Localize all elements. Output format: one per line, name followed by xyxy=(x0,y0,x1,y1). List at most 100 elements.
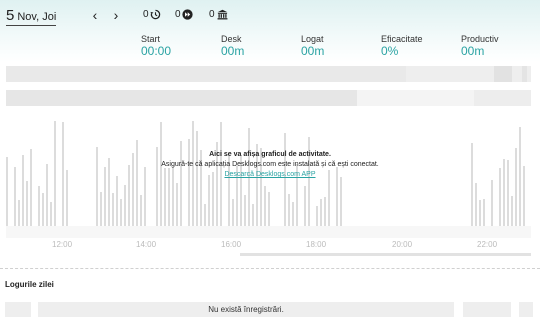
activity-bar xyxy=(62,122,64,226)
activity-bar xyxy=(324,197,326,226)
date-day: 5 xyxy=(6,7,15,24)
activity-bar xyxy=(132,153,134,226)
time-tick: 16:00 xyxy=(221,240,242,249)
history-counter[interactable]: 0 xyxy=(143,9,161,20)
activity-bar xyxy=(479,200,481,226)
header-bar xyxy=(0,0,540,62)
date-selector[interactable]: 5 Nov, Joi xyxy=(6,7,57,26)
bank-counter[interactable]: 0 xyxy=(209,9,229,20)
activity-bar xyxy=(18,200,20,226)
chart-empty-text: Asigură-te că aplicația Desklogs.com est… xyxy=(161,161,379,168)
activity-bar xyxy=(26,181,28,226)
activity-bar xyxy=(66,170,68,226)
time-tick: 18:00 xyxy=(306,240,327,249)
activity-bar xyxy=(515,148,517,226)
prev-day-button[interactable]: ‹ xyxy=(89,8,101,22)
stat-eficacitate: Eficacitate 0% xyxy=(381,34,423,57)
activity-bar xyxy=(96,147,98,226)
fast-forward-icon xyxy=(181,9,193,20)
next-day-button[interactable]: › xyxy=(110,8,122,22)
chart-baseline xyxy=(6,226,531,238)
time-tick: 14:00 xyxy=(136,240,157,249)
activity-bar xyxy=(499,168,501,226)
stat-desk: Desk 00m xyxy=(221,34,244,57)
timeline-band-top xyxy=(6,66,531,82)
activity-bar xyxy=(14,167,16,226)
activity-bar xyxy=(288,194,290,226)
timeline-band-segment xyxy=(474,90,531,106)
history-count: 0 xyxy=(143,9,149,20)
chart-scrollbar[interactable] xyxy=(240,253,531,256)
stat-eficacitate-label: Eficacitate xyxy=(381,34,423,44)
activity-bar xyxy=(268,192,270,226)
stat-start: Start 00:00 xyxy=(141,34,171,57)
time-tick: 22:00 xyxy=(477,240,498,249)
activity-bar xyxy=(252,204,254,226)
activity-bar xyxy=(340,177,342,226)
activity-bar xyxy=(204,204,206,226)
logs-placeholder-cell xyxy=(519,302,533,317)
bank-icon xyxy=(217,9,228,20)
activity-bar xyxy=(140,195,142,226)
activity-bar xyxy=(503,159,505,226)
activity-bar xyxy=(38,186,40,226)
activity-bar xyxy=(30,149,32,226)
activity-bar xyxy=(124,185,126,226)
download-app-link[interactable]: Descarcă Desklogs.com APP xyxy=(150,170,390,180)
activity-bar xyxy=(292,202,294,226)
logs-title: Logurile zilei xyxy=(5,280,54,289)
activity-bar xyxy=(316,206,318,226)
activity-bar xyxy=(128,165,130,226)
stat-desk-value: 00m xyxy=(221,44,245,58)
stat-start-label: Start xyxy=(141,34,161,44)
activity-bar xyxy=(264,186,266,226)
activity-bar xyxy=(50,202,52,226)
activity-bar xyxy=(507,160,509,226)
activity-bar xyxy=(6,157,8,226)
activity-bar xyxy=(491,180,493,226)
stat-start-value: 00:00 xyxy=(141,44,172,58)
stat-eficacitate-value: 0% xyxy=(381,44,399,58)
stat-productiv-value: 00m xyxy=(461,44,485,58)
history-icon xyxy=(149,9,160,20)
activity-bar xyxy=(176,183,178,226)
time-tick: 12:00 xyxy=(52,240,73,249)
activity-bar xyxy=(104,167,106,226)
stat-productiv: Productiv 00m xyxy=(461,34,499,57)
logs-placeholder-cell xyxy=(463,302,511,317)
activity-bar xyxy=(475,183,477,226)
activity-bar xyxy=(471,143,473,226)
activity-bar xyxy=(100,192,102,226)
chart-empty-title: Aici se va afișa graficul de activitate. xyxy=(209,151,331,158)
activity-bar xyxy=(144,167,146,226)
activity-bar xyxy=(320,199,322,226)
timeline-band-segment xyxy=(6,90,357,106)
activity-bar xyxy=(112,193,114,226)
fast-forward-count: 0 xyxy=(175,9,181,20)
stat-logat-label: Logat xyxy=(301,34,324,44)
activity-bar xyxy=(232,199,234,226)
stat-logat: Logat 00m xyxy=(301,34,324,57)
activity-bar xyxy=(116,176,118,226)
fast-forward-counter[interactable]: 0 xyxy=(175,9,193,20)
timeline-band-bottom xyxy=(6,90,531,106)
activity-bar xyxy=(42,193,44,226)
logs-empty-message: Nu există înregistrări. xyxy=(208,305,284,314)
logs-placeholder-cell xyxy=(5,302,31,317)
section-divider xyxy=(0,268,540,269)
stat-productiv-label: Productiv xyxy=(461,34,499,44)
activity-bar xyxy=(304,186,306,226)
activity-bar xyxy=(54,121,56,226)
date-rest: Nov, Joi xyxy=(17,11,57,23)
activity-bar xyxy=(511,196,513,226)
activity-bar xyxy=(523,166,525,226)
activity-bar xyxy=(46,164,48,226)
time-tick: 20:00 xyxy=(392,240,413,249)
activity-bar xyxy=(483,199,485,226)
activity-bar xyxy=(208,175,210,226)
chart-empty-message: Aici se va afișa graficul de activitate.… xyxy=(150,150,390,180)
time-axis: 12:00 14:00 16:00 18:00 20:00 22:00 xyxy=(6,238,531,252)
timeline-band-segment xyxy=(6,66,406,82)
bank-count: 0 xyxy=(209,9,215,20)
timeline-band-segment xyxy=(494,66,512,82)
